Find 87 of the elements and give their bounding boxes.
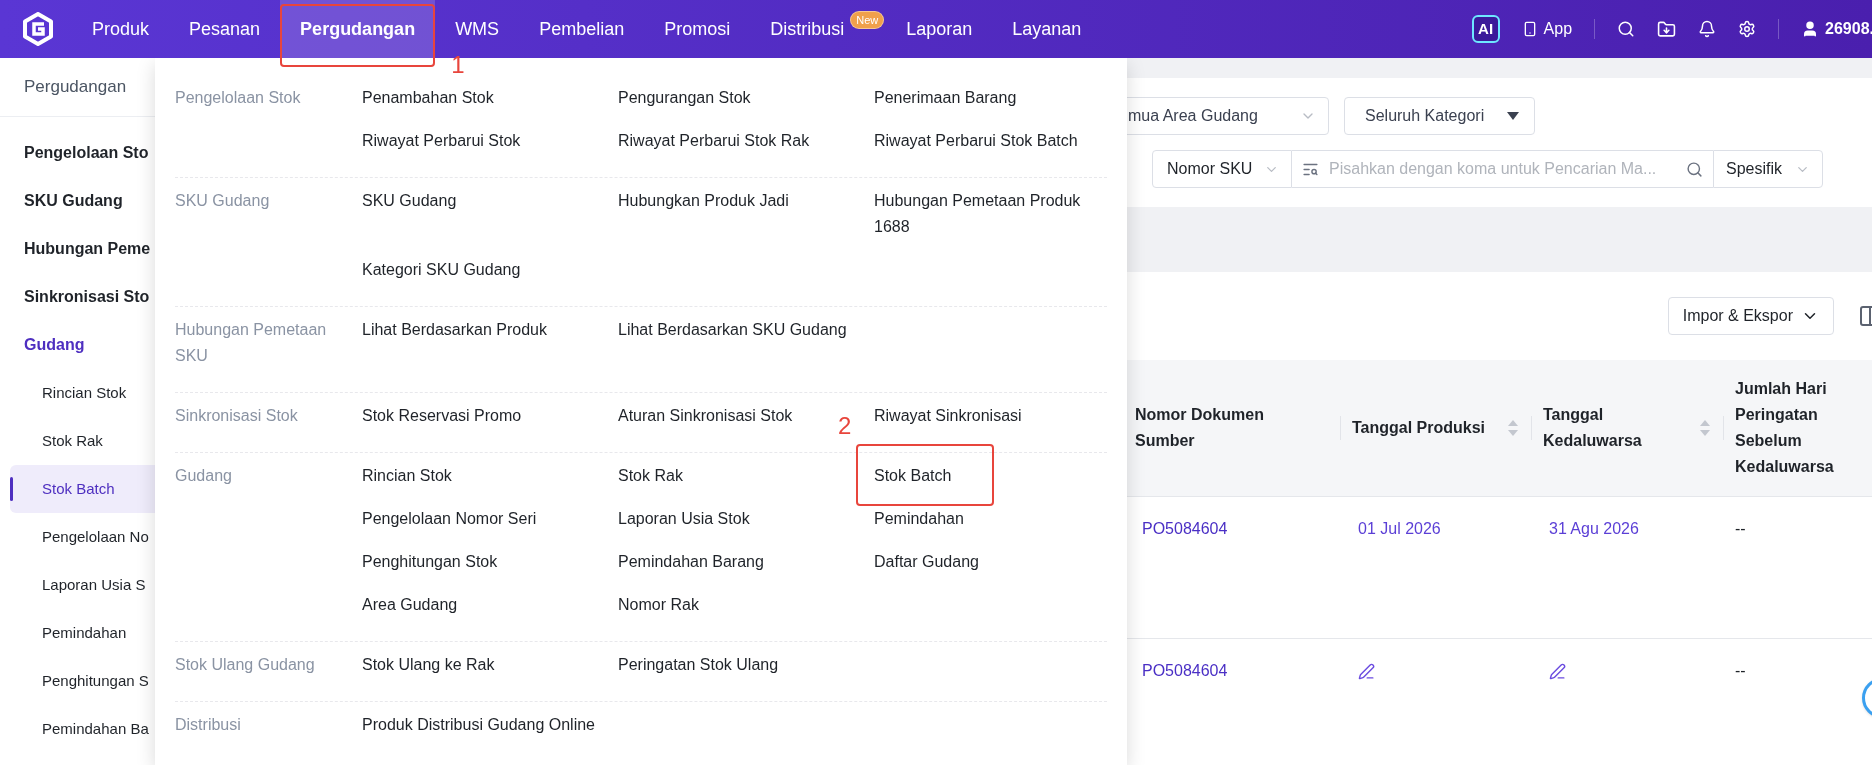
ai-button[interactable]: AI — [1471, 15, 1500, 43]
search-icon — [1686, 160, 1703, 178]
sidebar-item[interactable]: Rincian Stok — [10, 369, 155, 417]
menu-item[interactable]: Pengurangan Stok — [618, 85, 751, 111]
menu-item[interactable]: Rincian Stok — [362, 463, 452, 489]
table-cell: -- — [1735, 520, 1746, 537]
nav-tab[interactable]: Pergudangan — [280, 0, 436, 58]
app-button[interactable]: App — [1521, 17, 1573, 41]
menu-item[interactable]: Penghitungan Stok — [362, 549, 498, 575]
caret-icon — [1506, 111, 1520, 121]
menu-item[interactable]: Lihat Berdasarkan SKU Gudang — [618, 317, 847, 343]
sidebar-item[interactable]: Pengelolaan No — [10, 513, 155, 561]
menu-section-label: Distribusi — [175, 716, 241, 733]
sidebar-group[interactable]: Sinkronisasi Sto — [24, 285, 150, 309]
settings-icon[interactable] — [1738, 20, 1757, 38]
search-field-select[interactable]: Nomor SKU — [1152, 150, 1292, 188]
nav-tab[interactable]: Layanan — [992, 0, 1102, 58]
menu-item[interactable]: Hubungkan Produk Jadi — [618, 188, 789, 214]
new-badge: New — [850, 11, 885, 29]
menu-item[interactable]: SKU Gudang — [362, 188, 457, 214]
sidebar-group[interactable]: Hubungan Peme — [24, 237, 151, 261]
menu-item[interactable]: Aturan Sinkronisasi Stok — [618, 403, 793, 429]
menu-item[interactable]: Riwayat Perbarui Stok Rak — [618, 128, 810, 154]
menu-item[interactable]: Penambahan Stok — [362, 85, 494, 111]
document-link[interactable]: PO5084604 — [1142, 662, 1228, 679]
menu-item[interactable]: Riwayat Perbarui Stok Batch — [874, 128, 1078, 154]
menu-item[interactable]: Laporan Usia Stok — [618, 506, 750, 532]
sidebar-group[interactable]: Gudang — [24, 333, 85, 357]
menu-section-label: Hubungan Pemetaan SKU — [175, 321, 327, 364]
sidebar-item[interactable]: Stok Rak — [10, 417, 155, 465]
date-link[interactable]: 01 Jul 2026 — [1358, 520, 1441, 537]
menu-item[interactable]: Stok Rak — [618, 463, 683, 489]
sidebar-item[interactable]: Pemindahan — [10, 609, 155, 657]
menu-item[interactable]: Hubungan Pemetaan Produk 1688 — [874, 188, 1094, 240]
date-link[interactable]: 31 Agu 2026 — [1549, 520, 1639, 537]
nav-tab[interactable]: Laporan — [886, 0, 993, 58]
folder-download-icon[interactable] — [1657, 19, 1677, 39]
menu-section-label: Gudang — [175, 467, 232, 484]
column-header: Jumlah Hari Peringatan Sebelum Kedaluwarsa — [1735, 379, 1835, 477]
column-header: Tanggal Kedaluwarsa — [1543, 405, 1643, 451]
menu-item[interactable]: Stok Reservasi Promo — [362, 403, 522, 429]
menu-item[interactable]: Lihat Berdasarkan Produk — [362, 317, 547, 343]
sidebar-group[interactable]: SKU Gudang — [24, 189, 123, 213]
menu-item[interactable]: Pemindahan Barang — [618, 549, 764, 575]
category-select[interactable]: Seluruh Kategori — [1344, 97, 1535, 135]
column-header: Tanggal Produksi — [1352, 418, 1486, 438]
sidebar-item[interactable]: Stok Batch — [10, 465, 155, 513]
sidebar-title: Pergudangan — [24, 76, 127, 99]
menu-item[interactable]: Penerimaan Barang — [874, 85, 1017, 111]
nav-tab[interactable]: Promosi — [644, 0, 751, 58]
menu-item[interactable]: Produk Distribusi Gudang Online — [362, 712, 595, 738]
menu-item[interactable]: Peringatan Stok Ulang — [618, 652, 779, 678]
document-link[interactable]: PO5084604 — [1142, 520, 1228, 537]
sidebar-item[interactable]: Pemindahan Ba — [10, 705, 155, 753]
menu-item[interactable]: Daftar Gudang — [874, 549, 979, 575]
sidebar-group[interactable]: Pengelolaan Sto — [24, 141, 149, 165]
import-export-button[interactable]: Impor & Ekspor — [1667, 297, 1834, 335]
nav-tab[interactable]: Produk — [72, 0, 170, 58]
menu-item[interactable]: Riwayat Perbarui Stok — [362, 128, 521, 154]
match-select[interactable]: Spesifik — [1713, 150, 1823, 188]
menu-item[interactable]: Area Gudang — [362, 592, 458, 618]
menu-item[interactable]: Pengelolaan Nomor Seri — [362, 506, 537, 532]
edit-icon[interactable] — [1358, 663, 1375, 680]
menu-item[interactable]: Kategori SKU Gudang — [362, 257, 521, 283]
menu-section-label: SKU Gudang — [175, 192, 270, 209]
menu-item[interactable]: Stok Ulang ke Rak — [362, 652, 495, 678]
annotation-number: 1 — [451, 52, 465, 78]
logo-icon — [21, 12, 55, 46]
menu-item[interactable]: Stok Batch — [874, 463, 952, 489]
table-cell: -- — [1735, 662, 1746, 679]
nav-tab[interactable]: Pesanan — [169, 0, 281, 58]
menu-item[interactable]: Nomor Rak — [618, 592, 699, 618]
menu-item[interactable]: Riwayat Sinkronisasi — [874, 403, 1022, 429]
nav-tab[interactable]: Pembelian — [519, 0, 645, 58]
annotation-number: 2 — [838, 413, 852, 439]
menu-item[interactable]: Pemindahan — [874, 506, 964, 532]
bell-icon[interactable] — [1698, 20, 1717, 38]
column-header: Nomor Dokumen Sumber — [1135, 405, 1265, 451]
search-input[interactable]: Pisahkan dengan koma untuk Pencarian Ma... — [1329, 157, 1676, 181]
edit-icon[interactable] — [1549, 663, 1566, 680]
menu-section-label: Pengelolaan Stok — [175, 89, 301, 106]
sidebar-item[interactable]: Penghitungan S — [10, 657, 155, 705]
search-icon[interactable] — [1617, 20, 1636, 38]
sidebar-item[interactable]: Laporan Usia S — [10, 561, 155, 609]
menu-section-label: Stok Ulang Gudang — [175, 656, 315, 673]
user-menu[interactable]: 26908. — [1801, 17, 1872, 41]
menu-section-label: Sinkronisasi Stok — [175, 407, 298, 424]
